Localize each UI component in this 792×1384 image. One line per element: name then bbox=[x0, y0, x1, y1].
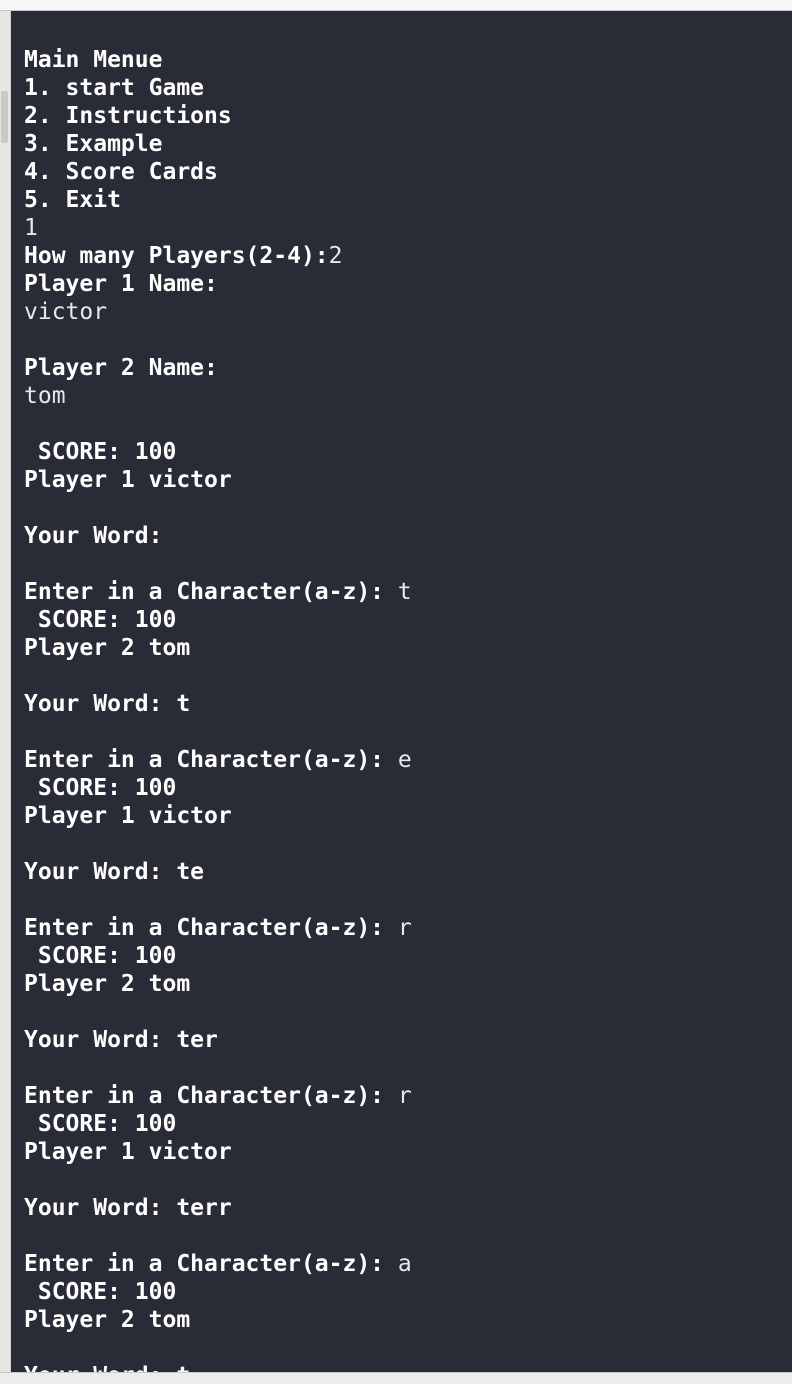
console-line: Your Word: ter bbox=[24, 1026, 412, 1054]
console-line: tom bbox=[24, 382, 412, 410]
console-line: Enter in a Character(a-z): t bbox=[24, 578, 412, 606]
console-output-text: Your Word: te bbox=[24, 859, 205, 885]
console-output-text: Player 2 tom bbox=[24, 971, 191, 997]
console-line: SCORE: 100 bbox=[24, 774, 412, 802]
console-output-text: Your Word: bbox=[24, 523, 163, 549]
console-line: 5. Exit bbox=[24, 186, 412, 214]
console-output-text: Player 1 victor bbox=[24, 803, 232, 829]
console-line: 3. Example bbox=[24, 130, 412, 158]
console-line: How many Players(2-4):2 bbox=[24, 242, 412, 270]
console-output-text: 2. Instructions bbox=[24, 103, 232, 129]
console-line: Your Word: terr bbox=[24, 1194, 412, 1222]
console-user-input: e bbox=[397, 747, 412, 773]
console-line: Player 2 Name: bbox=[24, 354, 412, 382]
console-window: Main Menue 1. start Game 2. Instructions 3.… bbox=[0, 0, 792, 1384]
console-output-text: SCORE: 100 bbox=[24, 775, 177, 801]
console-line: Player 2 tom bbox=[24, 970, 412, 998]
console-output-text: Player 1 victor bbox=[24, 1139, 232, 1165]
editor-gutter bbox=[0, 11, 11, 1373]
console-output-text: Your Word: terr bbox=[24, 1195, 232, 1221]
console-line: Player 1 victor bbox=[24, 466, 412, 494]
console-text: Main Menue 1. start Game 2. Instructions 3.… bbox=[24, 46, 412, 1372]
console-user-input: r bbox=[397, 1083, 412, 1109]
console-line: Enter in a Character(a-z): r bbox=[24, 914, 412, 942]
console-output-text: Enter in a Character(a-z): bbox=[24, 1083, 398, 1109]
gutter-scroll-thumb[interactable] bbox=[1, 91, 8, 143]
console-output-text: Player 1 Name: bbox=[24, 271, 218, 297]
console-output-text: 3. Example bbox=[24, 131, 163, 157]
console-output-text: Player 2 tom bbox=[24, 1307, 191, 1333]
console-line: Enter in a Character(a-z): e bbox=[24, 746, 412, 774]
console-output-text: SCORE: 100 bbox=[24, 1111, 177, 1137]
console-line: Your Word: bbox=[24, 522, 412, 550]
console-output-text: Your Word: t bbox=[24, 1363, 190, 1372]
window-bottom-edge bbox=[0, 1372, 792, 1384]
console-output-text: Enter in a Character(a-z): bbox=[24, 1251, 398, 1277]
window-top-edge bbox=[0, 0, 792, 11]
console-output-text: Player 1 victor bbox=[24, 467, 232, 493]
console-user-input: r bbox=[397, 915, 412, 941]
console-output-area[interactable]: Main Menue 1. start Game 2. Instructions 3.… bbox=[11, 11, 792, 1372]
console-line: victor bbox=[24, 298, 412, 326]
console-line: Enter in a Character(a-z): a bbox=[24, 1250, 412, 1278]
console-line: Player 2 tom bbox=[24, 634, 412, 662]
console-output-text: Player 2 tom bbox=[24, 635, 191, 661]
console-output-text: Your Word: t bbox=[24, 691, 191, 717]
console-output-text: How many Players(2-4): bbox=[24, 243, 329, 269]
console-output-text: 5. Exit bbox=[24, 187, 121, 213]
console-line: Player 1 victor bbox=[24, 802, 412, 830]
console-output-text: Enter in a Character(a-z): bbox=[24, 915, 398, 941]
console-line: Player 1 victor bbox=[24, 1138, 412, 1166]
console-line: Main Menue bbox=[24, 46, 412, 74]
console-line: SCORE: 100 bbox=[24, 1110, 412, 1138]
console-output-text: Enter in a Character(a-z): bbox=[24, 579, 398, 605]
console-output-text: Your Word: ter bbox=[24, 1027, 218, 1053]
console-output-text: SCORE: 100 bbox=[24, 1279, 177, 1305]
console-output-text: SCORE: 100 bbox=[24, 607, 177, 633]
console-line: 1 bbox=[24, 214, 412, 242]
console-user-input: tom bbox=[24, 383, 66, 409]
console-line: Your Word: te bbox=[24, 858, 412, 886]
console-line: Your Word: t bbox=[24, 1362, 412, 1372]
console-line: 1. start Game bbox=[24, 74, 412, 102]
console-line: 2. Instructions bbox=[24, 102, 412, 130]
console-line: Your Word: t bbox=[24, 690, 412, 718]
console-line: SCORE: 100 bbox=[24, 1278, 412, 1306]
console-output-text: Enter in a Character(a-z): bbox=[24, 747, 398, 773]
console-user-input: 2 bbox=[328, 243, 343, 269]
console-line: SCORE: 100 bbox=[24, 942, 412, 970]
console-output-text: Main Menue bbox=[24, 47, 163, 73]
console-output-text: 4. Score Cards bbox=[24, 159, 218, 185]
console-line: Enter in a Character(a-z): r bbox=[24, 1082, 412, 1110]
console-line: Player 2 tom bbox=[24, 1306, 412, 1334]
console-line: 4. Score Cards bbox=[24, 158, 412, 186]
console-line: Player 1 Name: bbox=[24, 270, 412, 298]
console-user-input: victor bbox=[24, 299, 108, 325]
console-user-input: 1 bbox=[24, 215, 38, 241]
console-output-text: SCORE: 100 bbox=[24, 439, 177, 465]
console-output-text: 1. start Game bbox=[24, 75, 205, 101]
console-user-input: a bbox=[397, 1251, 412, 1277]
console-line: SCORE: 100 bbox=[24, 606, 412, 634]
console-output-text: SCORE: 100 bbox=[24, 943, 177, 969]
console-user-input: t bbox=[397, 579, 412, 605]
console-output-text: Player 2 Name: bbox=[24, 355, 218, 381]
console-line: SCORE: 100 bbox=[24, 438, 412, 466]
